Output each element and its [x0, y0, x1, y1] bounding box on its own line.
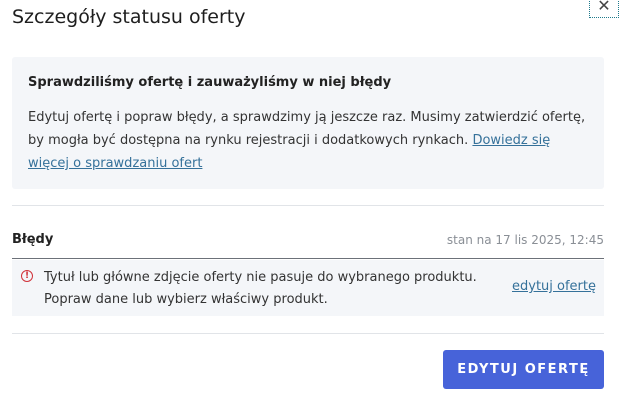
status-timestamp: stan na 17 lis 2025, 12:45: [446, 233, 604, 247]
error-message: Tytuł lub główne zdjęcie oferty nie pasu…: [44, 267, 504, 311]
error-item: ! Tytuł lub główne zdjęcie oferty nie pa…: [12, 260, 604, 316]
divider: [12, 205, 604, 206]
offer-status-dialog: Szczegóły statusu oferty ✕ Sprawdziliśmy…: [0, 0, 620, 410]
error-line-2: Popraw dane lub wybierz właściwy produkt…: [44, 292, 328, 307]
info-panel: Sprawdziliśmy ofertę i zauważyliśmy w ni…: [12, 57, 604, 189]
section-rule: [12, 258, 604, 259]
errors-title: Błędy: [12, 232, 54, 247]
close-button[interactable]: ✕: [589, 0, 619, 18]
edit-offer-link[interactable]: edytuj ofertę: [512, 279, 596, 294]
dialog-title: Szczegóły statusu oferty: [12, 6, 246, 28]
errors-section-header: Błędy stan na 17 lis 2025, 12:45: [12, 232, 604, 252]
edit-offer-button[interactable]: EDYTUJ OFERTĘ: [443, 350, 604, 389]
error-icon: !: [21, 270, 33, 282]
divider: [12, 333, 604, 334]
info-text: Edytuj ofertę i popraw błędy, a sprawdzi…: [28, 106, 588, 175]
error-line-1: Tytuł lub główne zdjęcie oferty nie pasu…: [44, 270, 477, 285]
info-heading: Sprawdziliśmy ofertę i zauważyliśmy w ni…: [28, 75, 392, 90]
close-icon: ✕: [597, 0, 611, 15]
